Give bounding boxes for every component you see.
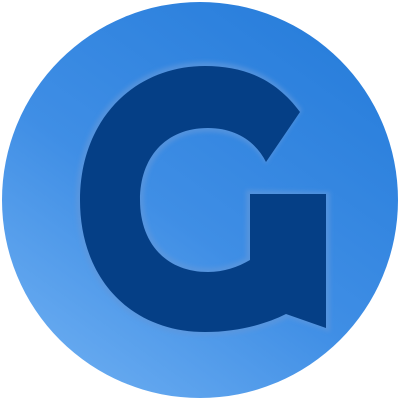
g-letter-logo-icon — [2, 2, 398, 398]
circle-badge — [2, 2, 398, 398]
app-icon: G — [0, 0, 400, 400]
